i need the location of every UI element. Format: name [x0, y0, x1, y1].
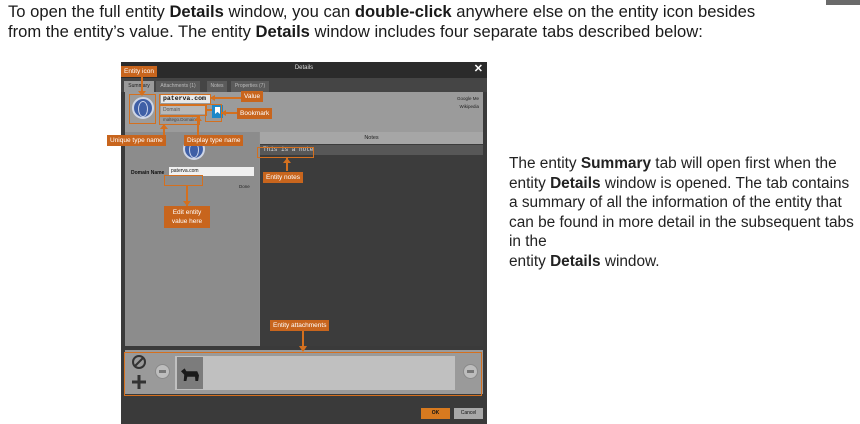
callout-arrows	[138, 91, 307, 352]
